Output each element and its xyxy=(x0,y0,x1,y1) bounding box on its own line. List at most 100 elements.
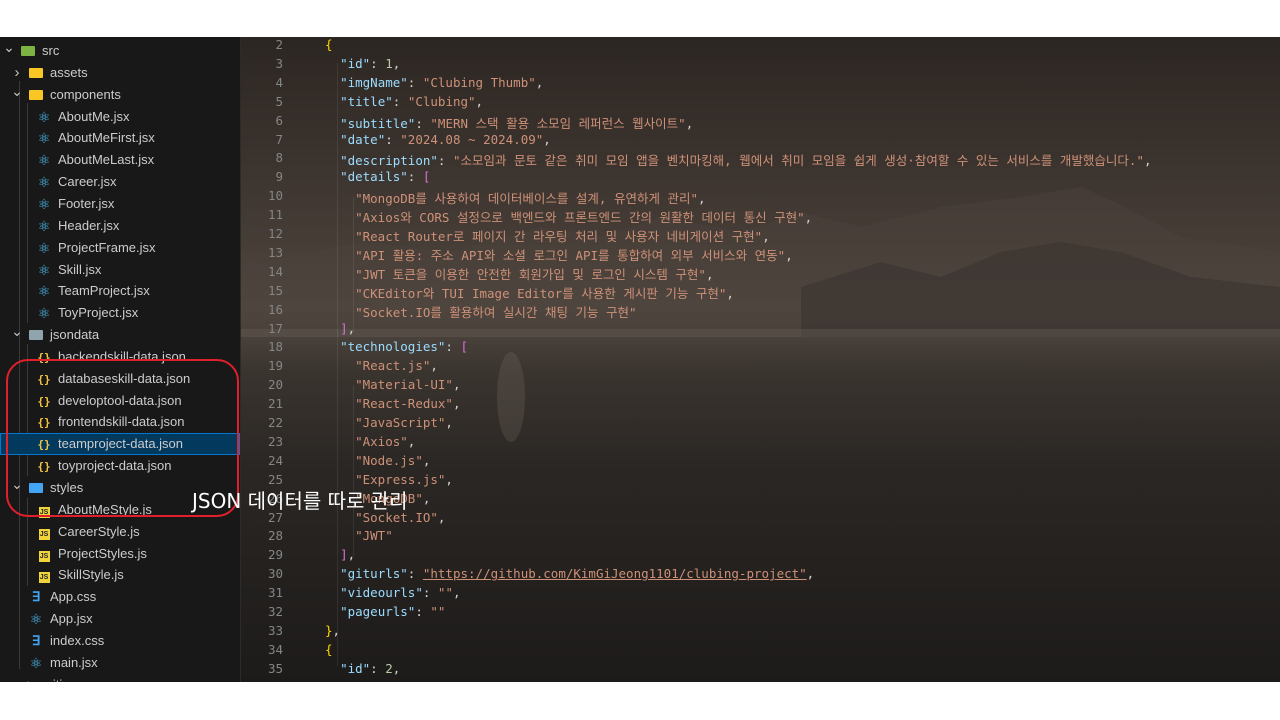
code-line[interactable]: "imgName": "Clubing Thumb", xyxy=(325,680,543,682)
code-token: 1 xyxy=(385,55,393,71)
file-item[interactable]: ⚛ Footer.jsx xyxy=(0,193,240,215)
code-line[interactable]: "technologies": [ xyxy=(325,339,468,354)
file-item[interactable]: ⚛ Skill.jsx xyxy=(0,259,240,281)
file-item[interactable]: ⚛ AboutMe.jsx xyxy=(0,106,240,128)
code-line[interactable]: "JWT" xyxy=(325,528,393,543)
code-token[interactable]: "https://github.com/KimGiJeong1101/clubi… xyxy=(423,566,807,581)
code-token: "" xyxy=(437,585,453,601)
code-token: , xyxy=(685,115,694,131)
file-item[interactable]: ⚛ ProjectFrame.jsx xyxy=(0,237,240,259)
code-token: "Axios" xyxy=(355,433,408,449)
code-line[interactable]: ], xyxy=(325,547,355,562)
code-token: , xyxy=(536,680,544,682)
folder-item[interactable]: ⌄ components xyxy=(0,83,240,106)
code-token: : xyxy=(415,115,431,131)
code-token: : xyxy=(385,131,401,147)
tree-item-label: assets xyxy=(50,64,88,80)
code-token: , xyxy=(698,191,706,207)
file-item[interactable]: ⚛ main.jsx xyxy=(0,652,240,674)
code-line[interactable]: "React Router로 페이지 간 라우팅 처리 및 사용자 네비게이션 … xyxy=(325,226,770,245)
file-item[interactable]: ⚛ AboutMeFirst.jsx xyxy=(0,127,240,149)
code-token: , xyxy=(445,415,453,430)
code-line[interactable]: "title": "Clubing", xyxy=(325,94,483,109)
code-line[interactable]: "React-Redux", xyxy=(325,396,460,411)
code-token: : xyxy=(445,339,461,355)
code-token: , xyxy=(430,358,438,374)
code-token: "JWT 토큰을 이용한 안전한 회원가입 및 로그인 시스템 구현" xyxy=(355,266,706,282)
file-item[interactable]: ∃ App.css xyxy=(0,586,240,608)
code-editor[interactable]: 2 3 4 5 6 7 8 9 10 11 12 13 14 15 16 17 18 19 20 21 22 23 24 25… xyxy=(241,37,1280,682)
tree-item-label: components xyxy=(50,86,121,102)
code-line[interactable]: "JWT 토큰을 이용한 안전한 회원가입 및 로그인 시스템 구현", xyxy=(325,264,713,283)
code-token: "Clubing Thumb" xyxy=(423,680,536,682)
code-line[interactable]: "CKEditor와 TUI Image Editor를 사용한 게시판 기능 … xyxy=(325,283,734,302)
react-icon: ⚛ xyxy=(29,654,43,671)
code-line[interactable]: "JavaScript", xyxy=(325,415,453,430)
chevron-down-icon[interactable]: ⌄ xyxy=(11,80,23,102)
code-line[interactable]: "Axios", xyxy=(325,434,415,449)
folder-item[interactable]: › assets xyxy=(0,62,240,84)
code-line[interactable]: "subtitle": "MERN 스택 활용 소모임 레퍼런스 웹사이트", xyxy=(325,113,693,132)
file-item[interactable]: ◆ .gitignore xyxy=(0,674,240,682)
code-token: "imgName" xyxy=(340,680,408,682)
file-item[interactable]: ⚛ Header.jsx xyxy=(0,215,240,237)
code-token: , xyxy=(452,396,461,412)
code-token: , xyxy=(452,585,461,601)
code-line[interactable]: "description": "소모임과 문토 같은 취미 모임 앱을 벤치마킹… xyxy=(325,150,1151,169)
tree-item-label: src xyxy=(42,43,60,58)
code-line[interactable]: "API 활용: 주소 API와 소셜 로그인 API를 통합하여 외부 서비스… xyxy=(325,245,793,264)
line-number: 30 xyxy=(267,566,283,582)
code-line[interactable]: "date": "2024.08 ~ 2024.09", xyxy=(325,132,551,147)
code-token: "id" xyxy=(340,660,371,676)
code-line[interactable]: { xyxy=(325,642,333,657)
tree-item-label: SkillStyle.js xyxy=(58,567,124,583)
file-item[interactable]: JS ProjectStyles.js xyxy=(0,543,240,565)
javascript-icon: JS xyxy=(38,572,50,584)
code-token: , xyxy=(392,55,401,71)
file-item[interactable]: ⚛ ToyProject.jsx xyxy=(0,302,240,324)
file-item[interactable]: JS CareerStyle.js xyxy=(0,521,240,543)
code-line[interactable]: "videourls": "", xyxy=(325,585,461,601)
file-item[interactable]: ⚛ Career.jsx xyxy=(0,171,240,193)
file-item[interactable]: ∃ index.css xyxy=(0,630,240,652)
code-line[interactable]: "Socket.IO를 활용하여 실시간 채팅 기능 구현" xyxy=(325,302,636,321)
folder-item[interactable]: ⌄ src xyxy=(0,37,240,62)
code-line[interactable]: "Axios와 CORS 설정으로 백엔드와 프론트엔드 간의 원활한 데이터 … xyxy=(325,207,812,226)
line-number: 24 xyxy=(267,452,283,468)
code-line[interactable]: "pageurls": "" xyxy=(325,604,445,619)
folder-item[interactable]: ⌄ jsondata xyxy=(0,323,240,346)
code-token: "소모임과 문토 같은 취미 모임 앱을 벤치마킹해, 웹에서 취미 모임을 쉽… xyxy=(452,153,1144,169)
code-line[interactable]: "giturls": "https://github.com/KimGiJeon… xyxy=(325,566,814,581)
code-line[interactable]: "details": [ xyxy=(325,169,430,184)
file-item[interactable]: ⚛ TeamProject.jsx xyxy=(0,280,240,302)
chevron-down-icon[interactable]: ⌄ xyxy=(3,37,15,58)
code-token: , xyxy=(543,131,551,147)
code-token: "MERN 스택 활용 소모임 레퍼런스 웹사이트" xyxy=(430,115,686,131)
code-line[interactable]: { xyxy=(325,37,333,52)
code-token: , xyxy=(705,266,714,282)
file-item[interactable]: ⚛ App.jsx xyxy=(0,608,240,630)
react-icon: ⚛ xyxy=(29,611,43,628)
file-item[interactable]: JS SkillStyle.js xyxy=(0,564,240,586)
chevron-down-icon[interactable]: ⌄ xyxy=(11,320,23,342)
tree-item-label: App.css xyxy=(50,589,97,605)
file-item[interactable]: ⚛ AboutMeLast.jsx xyxy=(0,149,240,171)
code-line[interactable]: "Material-UI", xyxy=(325,377,460,392)
react-icon: ⚛ xyxy=(37,261,51,278)
line-number: 33 xyxy=(267,622,283,638)
code-line[interactable]: ], xyxy=(325,321,355,336)
code-token: "Axios와 CORS 설정으로 백엔드와 프론트엔드 간의 원활한 데이터 … xyxy=(355,210,805,226)
code-line[interactable]: "imgName": "Clubing Thumb", xyxy=(325,75,543,90)
code-line[interactable]: "Node.js", xyxy=(325,453,430,468)
code-line[interactable]: "MongoDB를 사용하여 데이터베이스를 설계, 유연하게 관리", xyxy=(325,188,706,207)
code-token: : xyxy=(437,153,453,169)
css-icon: ∃ xyxy=(31,632,41,648)
folder-icon xyxy=(28,62,44,84)
code-token: "description" xyxy=(340,153,438,169)
code-token: : xyxy=(408,680,423,682)
javascript-icon: JS xyxy=(38,528,50,540)
code-line[interactable]: "React.js", xyxy=(325,358,438,373)
